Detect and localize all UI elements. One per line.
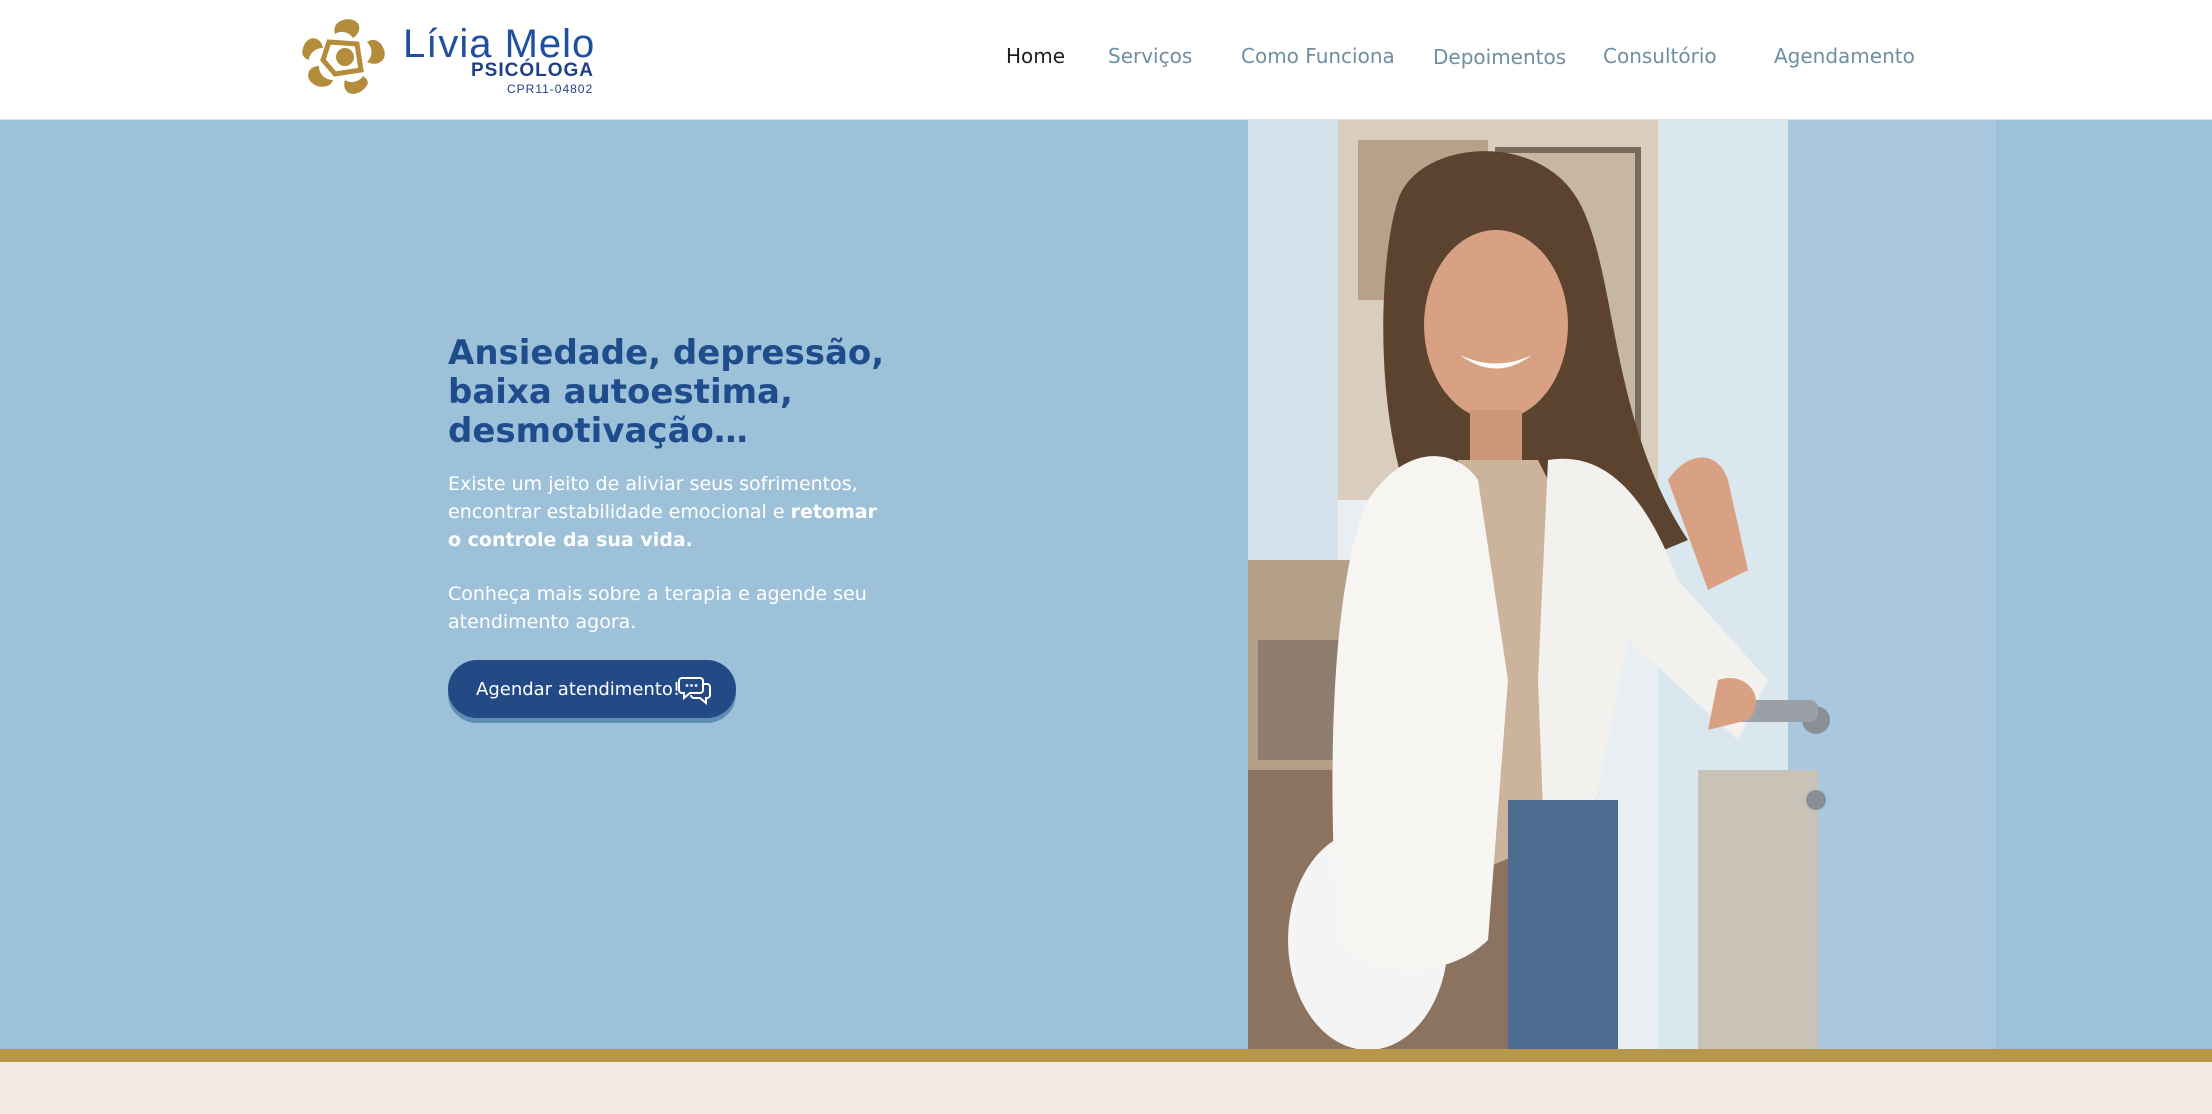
hero-section: Ansiedade, depressão, baixa autoestima, … [0,120,2212,1049]
portrait-illustration [1248,120,1996,1049]
main-nav: Home Serviços Como Funciona Depoimentos … [0,0,2212,120]
nav-consultorio[interactable]: Consultório [1603,44,1717,68]
nav-como-funciona[interactable]: Como Funciona [1241,44,1395,68]
schedule-button-label: Agendar atendimento! [476,678,681,700]
nav-home[interactable]: Home [1006,44,1065,68]
nav-agendamento[interactable]: Agendamento [1774,44,1915,68]
chat-bubbles-icon [678,677,711,706]
hero-title: Ansiedade, depressão, baixa autoestima, … [448,333,885,451]
schedule-button[interactable]: Agendar atendimento! [448,660,736,718]
site-header: Lívia Melo PSICÓLOGA CPR11-04802 Home Se… [0,0,2212,120]
portrait-photo [1248,120,1996,1049]
nav-depoimentos[interactable]: Depoimentos [1433,45,1566,69]
hero-call-text: Conheça mais sobre a terapia e agende se… [448,583,867,633]
hero-description: Existe um jeito de aliviar seus sofrimen… [448,470,878,554]
next-section [0,1062,2212,1114]
nav-servicos[interactable]: Serviços [1108,44,1192,68]
gold-divider [0,1049,2212,1062]
